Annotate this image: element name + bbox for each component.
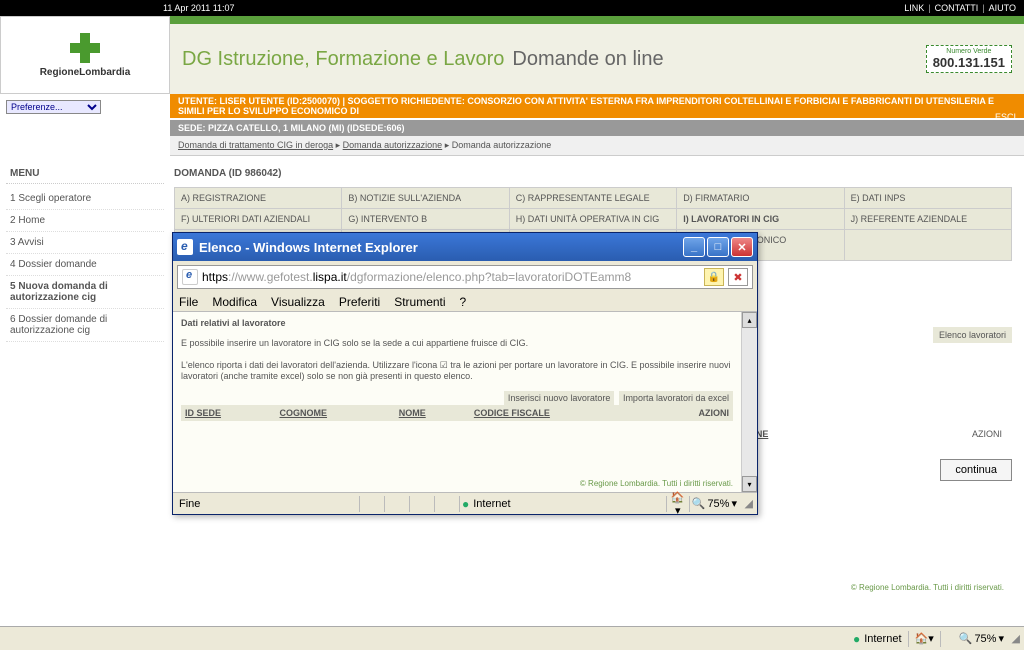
- menu-strumenti[interactable]: Strumenti: [394, 295, 445, 309]
- menu-help[interactable]: ?: [460, 295, 467, 309]
- scroll-up-icon[interactable]: ▴: [742, 312, 757, 328]
- globe-icon: ●: [462, 497, 469, 511]
- scroll-down-icon[interactable]: ▾: [742, 476, 757, 492]
- breadcrumb: Domanda di trattamento CIG in deroga ▸ D…: [170, 136, 1024, 156]
- protected-mode-icon[interactable]: 🏠▾: [915, 632, 934, 645]
- workers-table: ID SEDE COGNOME NOME CODICE FISCALE AZIO…: [181, 405, 733, 477]
- top-link[interactable]: LINK: [904, 3, 924, 13]
- zoom-icon[interactable]: 🔍: [959, 632, 973, 645]
- th-cognome[interactable]: COGNOME: [276, 405, 395, 421]
- phone-label: Numero Verde: [933, 48, 1005, 55]
- zoom-dropdown-icon[interactable]: ▾: [731, 497, 737, 510]
- sidebar-item[interactable]: 6 Dossier domande di autorizzazione cig: [6, 309, 164, 342]
- menu-modifica[interactable]: Modifica: [212, 295, 257, 309]
- tab-b[interactable]: B) NOTIZIE SULL'AZIENDA: [342, 188, 508, 208]
- zone-label: Internet: [864, 633, 901, 645]
- th-nome[interactable]: NOME: [395, 405, 470, 421]
- menu-file[interactable]: File: [179, 295, 198, 309]
- user-info-bar: UTENTE: LISER UTENTE (ID:2500070) | SOGG…: [170, 94, 1024, 118]
- crumb-3: Domanda autorizzazione: [452, 140, 552, 150]
- sidebar-item-active[interactable]: 5 Nuova domanda di autorizzazione cig: [6, 276, 164, 309]
- menu-preferiti[interactable]: Preferiti: [339, 295, 380, 309]
- protected-mode-icon[interactable]: 🏠▾: [669, 491, 687, 517]
- menu-visualizza[interactable]: Visualizza: [271, 295, 325, 309]
- address-bar[interactable]: https://www.gefotest.lispa.it/dgformazio…: [177, 265, 753, 289]
- popup-title: Elenco - Windows Internet Explorer: [199, 240, 418, 255]
- popup-zoom[interactable]: 75%: [707, 498, 729, 510]
- top-contatti[interactable]: CONTATTI: [935, 3, 979, 13]
- checkbox-icon: ☑: [440, 360, 448, 370]
- popup-titlebar[interactable]: Elenco - Windows Internet Explorer _ □ ✕: [173, 233, 757, 261]
- sidebar-item[interactable]: 3 Avvisi: [6, 232, 164, 254]
- popup-zone: Internet: [473, 498, 510, 510]
- logout-link[interactable]: ESCI: [995, 112, 1016, 122]
- continua-button[interactable]: continua: [940, 459, 1012, 481]
- popup-p2: L'elenco riporta i dati dei lavoratori d…: [181, 360, 733, 383]
- tab-d[interactable]: D) FIRMATARIO: [677, 188, 843, 208]
- phone-box: Numero Verde 800.131.151: [926, 45, 1012, 73]
- ie-icon: [177, 239, 193, 255]
- preferences-select[interactable]: Preferenze...: [6, 100, 101, 114]
- popup-section-title: Dati relativi al lavoratore: [181, 318, 733, 328]
- logo-text: RegioneLombardia: [40, 67, 131, 78]
- resize-grip-icon[interactable]: ◢: [1006, 632, 1020, 645]
- ie-menubar: File Modifica Visualizza Preferiti Strum…: [173, 293, 757, 312]
- sidebar-item[interactable]: 1 Scegli operatore: [6, 188, 164, 210]
- elenco-lavoratori-link[interactable]: Elenco lavoratori: [933, 327, 1012, 343]
- domanda-title: DOMANDA (ID 986042): [174, 168, 1012, 179]
- tab-h[interactable]: H) DATI UNITÀ OPERATIVA IN CIG: [510, 209, 676, 229]
- sidebar-item[interactable]: 2 Home: [6, 210, 164, 232]
- popup-window: Elenco - Windows Internet Explorer _ □ ✕…: [172, 232, 758, 515]
- url-favicon-icon: [182, 269, 198, 285]
- close-button[interactable]: ✕: [731, 237, 753, 257]
- refresh-icon[interactable]: ✖: [728, 268, 748, 286]
- popup-p1: E possibile inserire un lavoratore in CI…: [181, 338, 733, 350]
- page-title: DG Istruzione, Formazione e Lavoro: [182, 48, 504, 71]
- separator: |: [982, 3, 984, 13]
- insert-worker-link[interactable]: Inserisci nuovo lavoratore: [504, 391, 615, 405]
- crumb-1[interactable]: Domanda di trattamento CIG in deroga: [178, 140, 333, 150]
- tab-j[interactable]: J) REFERENTE AZIENDALE: [845, 209, 1011, 229]
- status-text: Fine: [177, 498, 357, 510]
- phone-number: 800.131.151: [933, 55, 1005, 70]
- zoom-dropdown-icon[interactable]: ▾: [998, 632, 1004, 645]
- tab-c[interactable]: C) RAPPRESENTANTE LEGALE: [510, 188, 676, 208]
- scrollbar[interactable]: ▴ ▾: [741, 312, 757, 492]
- datetime: 11 Apr 2011 11:07: [163, 3, 235, 13]
- logo-icon: [70, 33, 100, 63]
- import-excel-link[interactable]: Importa lavoratori da excel: [619, 391, 733, 405]
- sidebar: MENU 1 Scegli operatore 2 Home 3 Avvisi …: [0, 156, 170, 626]
- tab-empty: [845, 230, 1011, 260]
- lock-icon[interactable]: 🔒: [704, 268, 724, 286]
- tab-e[interactable]: E) DATI INPS: [845, 188, 1011, 208]
- popup-status-bar: Fine ● Internet 🏠▾ 🔍 75% ▾ ◢: [173, 492, 757, 514]
- minimize-button[interactable]: _: [683, 237, 705, 257]
- zoom-icon[interactable]: 🔍: [692, 497, 706, 510]
- maximize-button[interactable]: □: [707, 237, 729, 257]
- tab-f[interactable]: F) ULTERIORI DATI AZIENDALI: [175, 209, 341, 229]
- top-aiuto[interactable]: AIUTO: [989, 3, 1016, 13]
- sede-bar: SEDE: PIZZA CATELLO, 1 MILANO (MI) (IDSE…: [170, 120, 1024, 136]
- separator: |: [928, 3, 930, 13]
- zoom-value[interactable]: 75%: [974, 633, 996, 645]
- main-status-bar: ● Internet 🏠▾ 🔍 75% ▾ ◢: [0, 626, 1024, 650]
- col-azioni: AZIONI: [882, 429, 1002, 439]
- tab-a[interactable]: A) REGISTRAZIONE: [175, 188, 341, 208]
- tab-g[interactable]: G) INTERVENTO B: [342, 209, 508, 229]
- page-subtitle: Domande on line: [512, 48, 663, 71]
- footer-copyright: © Regione Lombardia. Tutti i diritti ris…: [174, 579, 1012, 596]
- th-cf[interactable]: CODICE FISCALE: [470, 405, 650, 421]
- sidebar-title: MENU: [6, 164, 164, 184]
- globe-icon: ●: [853, 632, 860, 646]
- logo: RegioneLombardia: [0, 16, 170, 94]
- url-text[interactable]: https://www.gefotest.lispa.it/dgformazio…: [202, 270, 704, 285]
- sidebar-item[interactable]: 4 Dossier domande: [6, 254, 164, 276]
- resize-grip-icon[interactable]: ◢: [739, 497, 753, 510]
- th-azioni: AZIONI: [650, 405, 733, 421]
- tab-i-active[interactable]: I) LAVORATORI IN CIG: [677, 209, 843, 229]
- popup-copyright: © Regione Lombardia. Tutti i diritti ris…: [181, 477, 733, 490]
- crumb-2[interactable]: Domanda autorizzazione: [343, 140, 443, 150]
- th-idsede[interactable]: ID SEDE: [181, 405, 276, 421]
